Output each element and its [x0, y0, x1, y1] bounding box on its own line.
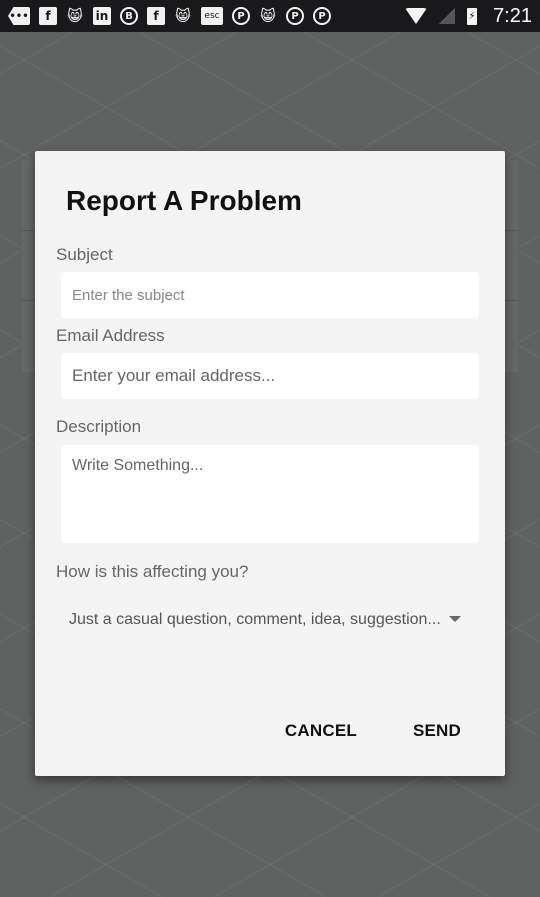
dialog-actions: CANCEL SEND: [285, 721, 461, 741]
pinterest-icon: P: [286, 7, 304, 25]
bitcoin-chat-icon: B: [120, 7, 138, 25]
subject-input[interactable]: [61, 272, 479, 318]
system-icons: ⚡ 7:21: [405, 5, 532, 28]
no-signal-icon: [439, 8, 456, 24]
cat-app-icon: 😸: [67, 7, 83, 25]
impact-selected-value: Just a casual question, comment, idea, s…: [69, 610, 441, 628]
battery-charging-icon: ⚡: [467, 7, 478, 25]
messages-icon: •••: [8, 7, 30, 25]
cancel-button[interactable]: CANCEL: [285, 721, 357, 741]
clock: 7:21: [493, 4, 532, 27]
impact-label: How is this affecting you?: [56, 562, 249, 581]
linkedin-icon: in: [93, 7, 111, 25]
wifi-icon: [405, 8, 428, 24]
cat-app-icon: 😸: [175, 7, 191, 25]
esc-icon: esc: [201, 7, 223, 25]
dropdown-arrow-icon: [449, 616, 461, 622]
report-problem-dialog: Report A Problem Subject Email Address D…: [35, 151, 505, 776]
pinterest-icon: P: [313, 7, 331, 25]
description-label: Description: [56, 417, 142, 436]
subject-label: Subject: [56, 245, 113, 264]
description-textarea[interactable]: [61, 445, 479, 543]
email-label: Email Address: [56, 326, 165, 345]
dialog-title: Report A Problem: [66, 185, 302, 216]
impact-dropdown[interactable]: Just a casual question, comment, idea, s…: [61, 591, 479, 647]
cat-app-icon: 😸: [260, 7, 276, 25]
pinterest-icon: P: [232, 7, 250, 25]
facebook-icon: f: [147, 7, 165, 25]
facebook-icon: f: [39, 7, 57, 25]
status-bar: ••• f 😸 in Bf 😸 esc P 😸 P P ⚡ 7:21: [0, 0, 540, 32]
email-input[interactable]: [61, 353, 479, 399]
notification-icons: ••• f 😸 in Bf 😸 esc P 😸 P P: [8, 7, 331, 25]
send-button[interactable]: SEND: [413, 721, 461, 741]
